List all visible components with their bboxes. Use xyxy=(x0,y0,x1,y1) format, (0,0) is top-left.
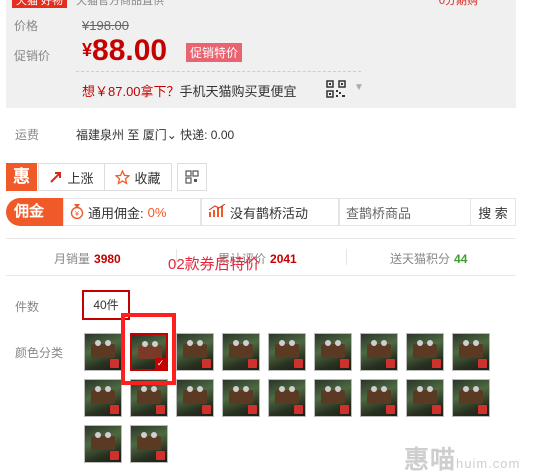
points-value: 44 xyxy=(454,252,468,266)
color-label: 颜色分类 xyxy=(15,346,64,360)
reviews-value: 2041 xyxy=(270,252,297,266)
quantity-label: 件数 xyxy=(15,300,40,314)
color-option-thumb[interactable] xyxy=(406,379,444,417)
original-price-label: 价格 xyxy=(14,19,39,33)
money-bag-icon: ¥ xyxy=(70,203,84,222)
original-price: ¥198.00 xyxy=(82,18,129,33)
shipping-info: 福建泉州 至 厦门⌄ 快递: 0.00 xyxy=(76,126,234,143)
ship-to-select[interactable]: 厦门⌄ xyxy=(143,128,177,142)
color-option-thumb[interactable] xyxy=(176,333,214,371)
price-up-label: 上涨 xyxy=(67,170,94,186)
favorite-label: 收藏 xyxy=(134,170,161,186)
commission-badge: 佣金 xyxy=(6,198,63,226)
color-option-thumb[interactable] xyxy=(84,333,122,371)
color-option-thumb[interactable] xyxy=(176,379,214,417)
color-option-thumb[interactable] xyxy=(268,333,306,371)
hui-badge[interactable]: 惠 xyxy=(6,163,37,191)
bar-chart-icon xyxy=(208,203,226,221)
common-commission-value: 0% xyxy=(147,204,167,220)
bridge-activity[interactable]: 没有鹊桥活动 xyxy=(201,198,339,226)
ship-to-word: 至 xyxy=(127,128,140,142)
top-banner: 天猫 好物 天猫官方商品直供 0分期购 xyxy=(6,0,516,8)
price-up-button[interactable]: 上涨 xyxy=(38,163,105,191)
color-option-thumb[interactable] xyxy=(130,425,168,463)
color-option-thumb[interactable] xyxy=(452,333,490,371)
color-option-thumb[interactable] xyxy=(360,333,398,371)
color-option-thumb[interactable] xyxy=(84,379,122,417)
watermark: 惠喵huim.com xyxy=(404,446,521,474)
qr-code-icon[interactable] xyxy=(326,80,346,98)
mobile-offer-text: 手机天猫购买更便宜 xyxy=(179,84,297,99)
color-option-thumb[interactable] xyxy=(406,333,444,371)
color-option-thumb[interactable] xyxy=(222,333,260,371)
color-option-thumb[interactable] xyxy=(452,379,490,417)
divider xyxy=(346,249,347,265)
selection-highlight xyxy=(121,313,176,385)
favorite-button[interactable]: 收藏 xyxy=(104,163,172,191)
star-icon xyxy=(115,169,131,185)
mobile-offer[interactable]: 想￥87.00拿下？手机天猫购买更便宜 xyxy=(82,81,297,100)
chevron-down-icon[interactable]: ▼ xyxy=(354,82,364,93)
shipping-label: 运费 xyxy=(15,128,40,142)
promo-price: ¥88.00 xyxy=(82,34,167,68)
commission-row: 佣金 ¥ 通用佣金: 0% 没有鹊桥活动 查鹊桥商品 搜 索 xyxy=(6,198,516,226)
promo-tag: 促销特价 xyxy=(186,43,243,62)
ship-from: 福建泉州 xyxy=(76,128,125,142)
bridge-search-input[interactable]: 查鹊桥商品 xyxy=(339,198,473,226)
svg-text:¥: ¥ xyxy=(75,211,79,218)
monthly-sales: 月销量 3980 xyxy=(54,252,121,266)
banner-text: 天猫官方商品直供 xyxy=(76,0,164,7)
chevron-down-icon: ⌄ xyxy=(166,128,177,142)
search-button[interactable]: 搜 索 xyxy=(470,198,516,226)
divider xyxy=(76,71,361,72)
stats-row: 月销量 3980 累计评价 2041 送天猫积分 44 xyxy=(6,238,516,276)
monthly-sales-value: 3980 xyxy=(94,252,121,266)
promo-price-value: 88.00 xyxy=(92,34,168,67)
promo-price-label: 促销价 xyxy=(14,49,51,63)
qr-button[interactable] xyxy=(177,163,207,191)
banner-tag: 天猫 好物 xyxy=(12,0,68,8)
express-fee: 快递: 0.00 xyxy=(180,128,235,142)
qr-code-icon xyxy=(185,170,199,184)
tmall-points: 送天猫积分 44 xyxy=(390,252,468,266)
common-commission[interactable]: ¥ 通用佣金: 0% xyxy=(63,198,201,226)
coupon-annotation: 02款券后特价 xyxy=(168,256,260,273)
color-option-thumb[interactable] xyxy=(314,379,352,417)
common-commission-label: 通用佣金: xyxy=(88,205,144,221)
color-option-thumb[interactable] xyxy=(360,379,398,417)
mobile-offer-price: 想￥87.00拿下？ xyxy=(82,84,180,99)
currency-symbol: ¥ xyxy=(82,40,93,60)
color-option-thumb[interactable] xyxy=(222,379,260,417)
color-option-thumb[interactable] xyxy=(84,425,122,463)
trend-up-icon xyxy=(49,170,63,184)
color-option-thumb[interactable] xyxy=(314,333,352,371)
ship-to: 厦门 xyxy=(142,128,167,142)
bridge-activity-label: 没有鹊桥活动 xyxy=(230,205,309,221)
price-panel: 天猫 好物 天猫官方商品直供 0分期购 价格 ¥198.00 促销价 ¥88.0… xyxy=(6,0,516,108)
installment-link[interactable]: 0分期购 xyxy=(439,0,478,8)
color-option-thumb[interactable] xyxy=(268,379,306,417)
